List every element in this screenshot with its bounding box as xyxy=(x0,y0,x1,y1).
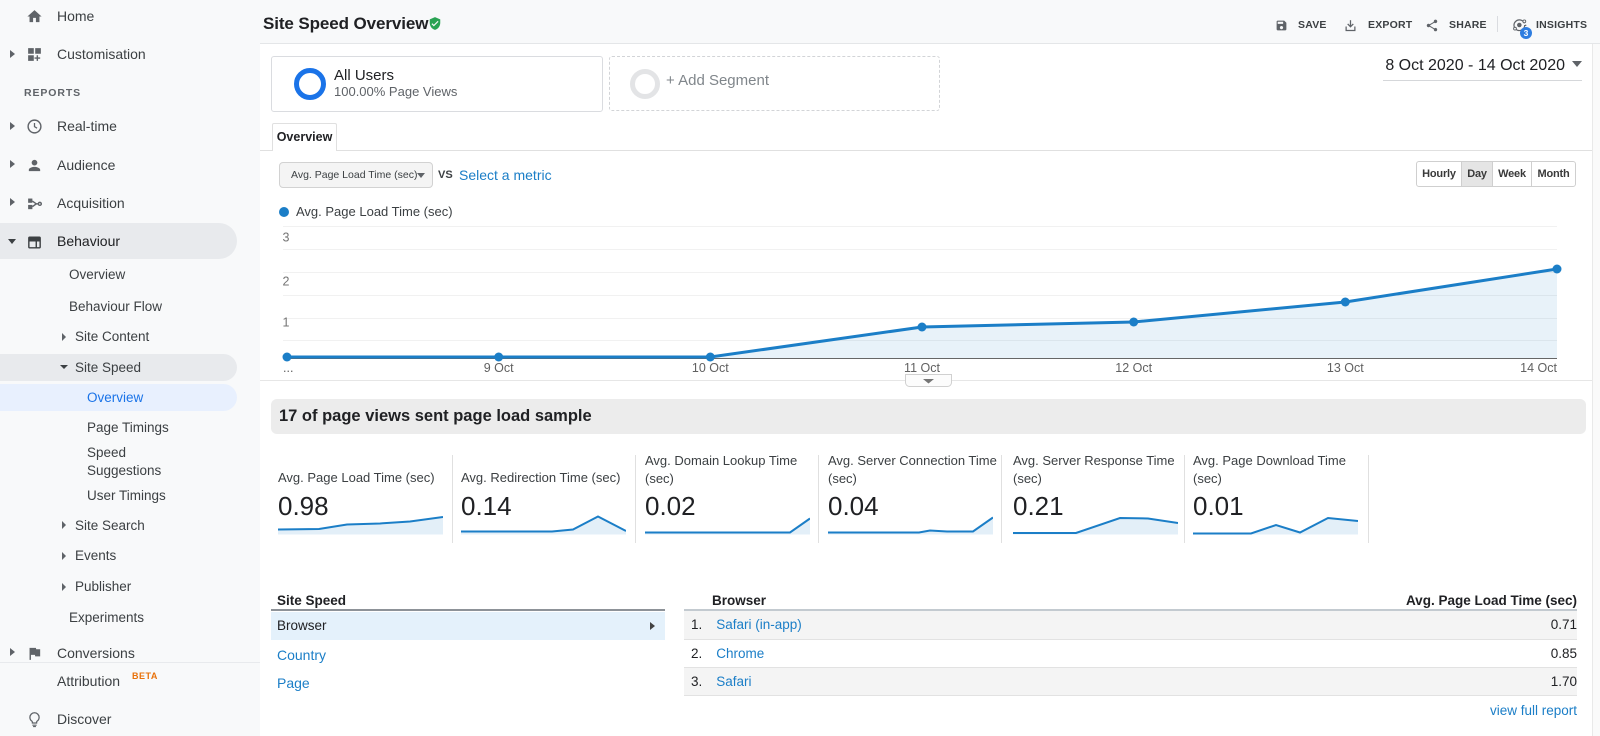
svg-text:14 Oct: 14 Oct xyxy=(1520,361,1557,375)
svg-text:10 Oct: 10 Oct xyxy=(692,361,729,375)
svg-text:12 Oct: 12 Oct xyxy=(1115,361,1152,375)
svg-text:...: ... xyxy=(283,361,293,375)
svg-text:1: 1 xyxy=(283,316,290,330)
svg-text:3: 3 xyxy=(283,231,290,245)
svg-text:11 Oct: 11 Oct xyxy=(904,361,940,375)
svg-text:2: 2 xyxy=(283,275,290,289)
svg-text:13 Oct: 13 Oct xyxy=(1327,361,1364,375)
svg-text:9 Oct: 9 Oct xyxy=(484,361,514,375)
